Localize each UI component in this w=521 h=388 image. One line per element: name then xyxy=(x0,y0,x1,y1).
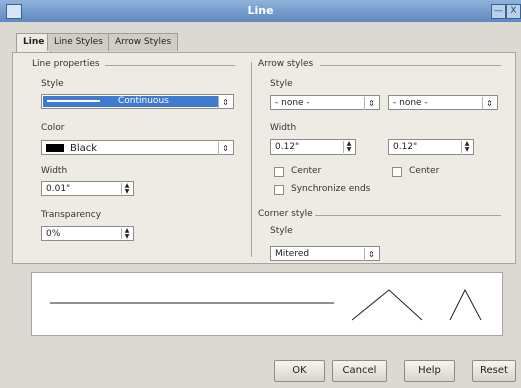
center-start-checkbox[interactable] xyxy=(274,167,284,177)
tab-line-styles[interactable]: Line Styles xyxy=(47,33,110,51)
center-start-label: Center xyxy=(291,166,322,176)
arrow-start-select[interactable]: - none - ⇕ xyxy=(270,95,380,110)
line-style-value: Continuous xyxy=(118,96,169,106)
close-icon[interactable]: X xyxy=(506,4,521,19)
center-end-checkbox[interactable] xyxy=(392,167,402,177)
corner-style-label: Style xyxy=(270,226,293,236)
group-divider xyxy=(105,65,235,66)
arrow-width-label: Width xyxy=(270,123,297,133)
reset-button[interactable]: Reset xyxy=(472,360,516,382)
line-color-value: Black xyxy=(70,143,98,154)
line-preview xyxy=(31,272,503,336)
cancel-button[interactable]: Cancel xyxy=(332,360,387,382)
preview-graphic xyxy=(50,288,482,321)
group-divider xyxy=(320,65,501,66)
spin-arrows-icon[interactable]: ▲ ▼ xyxy=(461,141,472,153)
arrow-end-width-value: 0.12" xyxy=(393,142,418,152)
spin-arrows-icon[interactable]: ▲ ▼ xyxy=(121,228,132,240)
dropdown-arrow-icon: ⇕ xyxy=(218,96,232,109)
spin-arrows-icon[interactable]: ▲ ▼ xyxy=(343,141,354,153)
arrow-start-width-spinbox[interactable]: 0.12" ▲ ▼ xyxy=(270,139,356,155)
title-bar: Line — X xyxy=(0,0,521,22)
line-color-select[interactable]: Black ⇕ xyxy=(41,140,234,155)
ok-button[interactable]: OK xyxy=(274,360,325,382)
transparency-spinbox[interactable]: 0% ▲ ▼ xyxy=(41,226,134,241)
arrow-end-select[interactable]: - none - ⇕ xyxy=(388,95,498,110)
line-style-swatch-selected xyxy=(47,100,100,102)
group-divider xyxy=(315,215,501,216)
line-width-spinbox[interactable]: 0.01" ▲ ▼ xyxy=(41,181,134,196)
help-button[interactable]: Help xyxy=(404,360,455,382)
arrow-end-width-spinbox[interactable]: 0.12" ▲ ▼ xyxy=(388,139,474,155)
dropdown-arrow-icon: ⇕ xyxy=(364,97,378,110)
line-width-value: 0.01" xyxy=(46,184,71,194)
line-properties-title: Line properties xyxy=(32,59,100,69)
arrow-style-label: Style xyxy=(270,79,293,89)
line-width-label: Width xyxy=(41,166,68,176)
synchronize-ends-checkbox[interactable] xyxy=(274,185,284,195)
dropdown-arrow-icon: ⇕ xyxy=(218,142,232,155)
dropdown-arrow-icon: ⇕ xyxy=(482,97,496,110)
center-end-label: Center xyxy=(409,166,440,176)
minimize-icon[interactable]: — xyxy=(491,4,506,19)
arrow-end-value: - none - xyxy=(393,98,428,108)
corner-style-select[interactable]: Mitered ⇕ xyxy=(270,246,380,261)
synchronize-ends-label: Synchronize ends xyxy=(291,184,371,194)
line-style-label: Style xyxy=(41,79,64,89)
line-color-label: Color xyxy=(41,123,65,133)
arrow-start-value: - none - xyxy=(275,98,310,108)
transparency-label: Transparency xyxy=(41,210,102,220)
line-style-select[interactable]: Continuous ⇕ xyxy=(41,94,234,109)
arrow-start-width-value: 0.12" xyxy=(275,142,300,152)
arrow-styles-title: Arrow styles xyxy=(258,59,314,69)
tab-arrow-styles[interactable]: Arrow Styles xyxy=(108,33,179,51)
transparency-value: 0% xyxy=(46,229,61,239)
dropdown-arrow-icon: ⇕ xyxy=(364,248,378,261)
color-swatch xyxy=(46,144,64,152)
spin-arrows-icon[interactable]: ▲ ▼ xyxy=(121,183,132,195)
column-divider xyxy=(251,62,252,257)
window-title: Line xyxy=(247,4,274,17)
corner-style-title: Corner style xyxy=(258,209,313,219)
corner-style-value: Mitered xyxy=(275,249,310,259)
